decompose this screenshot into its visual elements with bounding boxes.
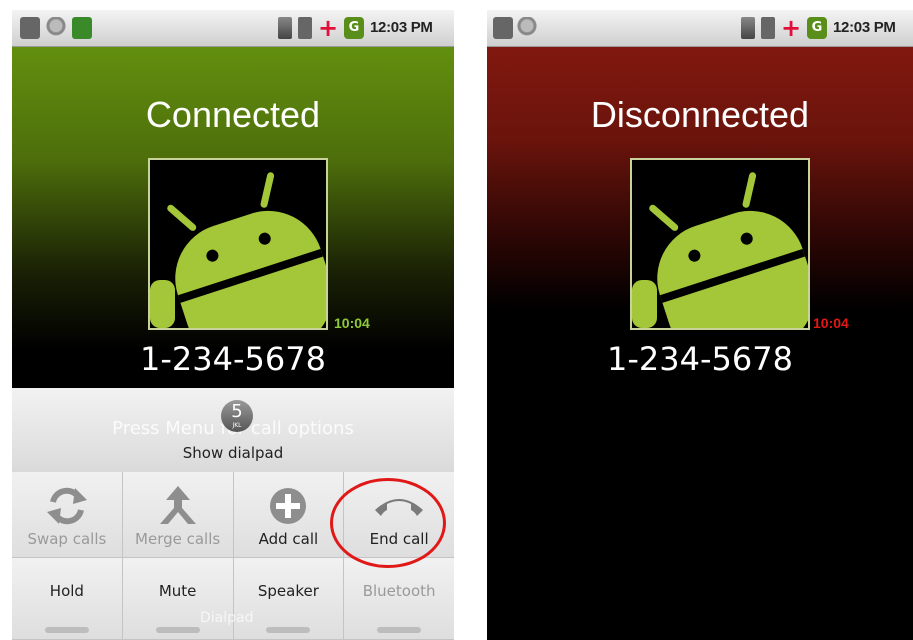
- usb-icon: [493, 17, 513, 39]
- contact-avatar: [148, 158, 328, 330]
- merge-icon: [159, 486, 196, 524]
- add-call-label: Add call: [258, 530, 319, 548]
- mute-button[interactable]: Mute: [122, 558, 234, 640]
- mute-indicator: [155, 627, 200, 633]
- speaker-indicator: [266, 627, 311, 633]
- merge-calls-label: Merge calls: [135, 530, 221, 548]
- speaker-button[interactable]: Speaker: [233, 558, 345, 640]
- swap-icon: [46, 487, 87, 525]
- status-time: 12:03 PM: [833, 19, 896, 36]
- android-icon: [632, 172, 808, 328]
- sim-icon: [741, 17, 755, 39]
- hold-indicator: [44, 627, 89, 633]
- phone-number: 1-234-5678: [140, 340, 326, 378]
- bluetooth-label: Bluetooth: [362, 582, 436, 600]
- speaker-label: Speaker: [257, 582, 319, 600]
- merge-calls-button[interactable]: Merge calls: [122, 472, 234, 558]
- dialpad-toggle[interactable]: Press Menu for call options 5 JKL Show d…: [12, 388, 454, 473]
- swap-calls-label: Swap calls: [27, 530, 107, 548]
- bluetooth-indicator: [377, 627, 422, 633]
- swap-calls-button[interactable]: Swap calls: [12, 472, 123, 558]
- show-dialpad-label: Show dialpad: [182, 444, 284, 462]
- plus-icon: +: [318, 14, 339, 42]
- debug-icon: [517, 17, 537, 39]
- battery-icon: [298, 17, 312, 39]
- mute-label: Mute: [158, 582, 197, 600]
- usb-icon: [20, 17, 40, 39]
- status-time: 12:03 PM: [370, 19, 433, 36]
- call-state-title: Connected: [145, 94, 321, 135]
- android-icon: [150, 172, 326, 328]
- debug-icon: [46, 17, 66, 39]
- end-call-highlight-circle: [330, 478, 446, 568]
- disconnected-screen: + G 12:03 PM Disconnected 10:04 1-234-56…: [487, 10, 913, 640]
- add-icon: [270, 488, 307, 524]
- battery-icon: [761, 17, 775, 39]
- contact-avatar: [630, 158, 810, 330]
- status-bar: + G 12:03 PM: [12, 10, 454, 47]
- add-call-button[interactable]: Add call: [233, 472, 345, 558]
- dialpad-ghost-text: Dialpad: [200, 610, 254, 626]
- hold-button[interactable]: Hold: [12, 558, 123, 640]
- call-icon: [72, 17, 92, 39]
- status-bar: + G 12:03 PM: [487, 10, 913, 47]
- hold-label: Hold: [49, 582, 84, 600]
- call-timer: 10:04: [334, 315, 370, 331]
- dialpad-key-icon: 5 JKL: [221, 400, 253, 432]
- sim-icon: [278, 17, 292, 39]
- wifi-icon: G: [807, 17, 827, 39]
- bluetooth-button[interactable]: Bluetooth: [344, 558, 454, 640]
- plus-icon: +: [781, 14, 802, 42]
- wifi-icon: G: [344, 17, 364, 39]
- call-state-title: Disconnected: [590, 94, 810, 135]
- phone-number: 1-234-5678: [607, 340, 793, 378]
- call-timer: 10:04: [813, 315, 849, 331]
